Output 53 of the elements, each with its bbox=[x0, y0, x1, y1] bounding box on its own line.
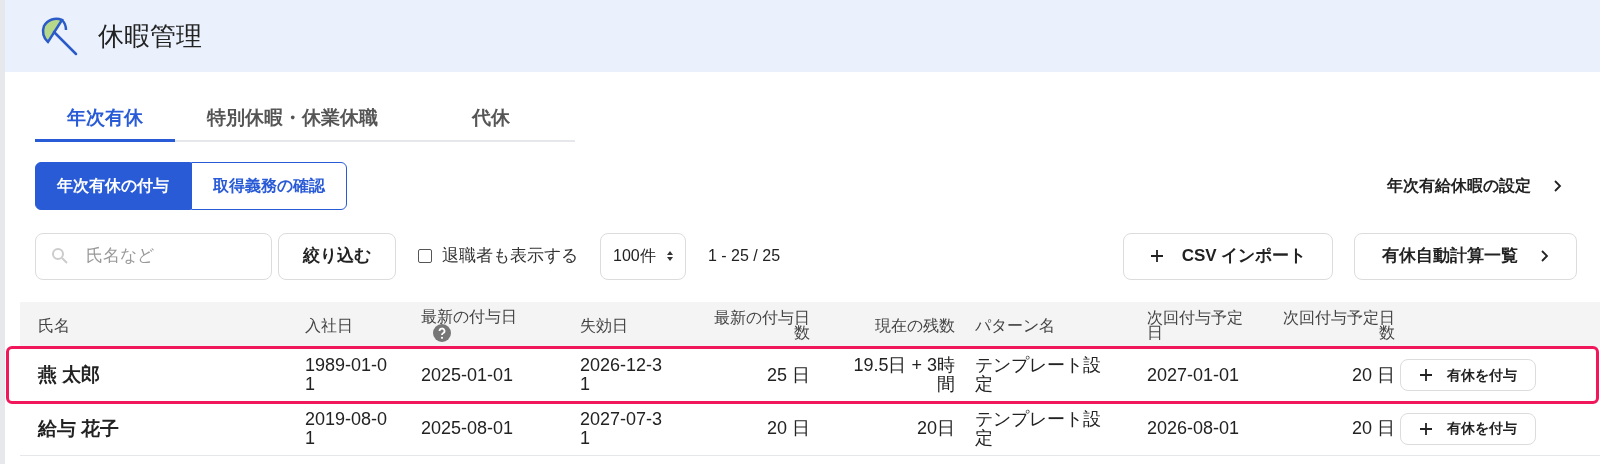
page-size-select[interactable]: 100件 bbox=[600, 232, 686, 280]
search-icon bbox=[51, 246, 69, 265]
plus-icon bbox=[1419, 421, 1433, 436]
checkbox[interactable] bbox=[418, 249, 432, 263]
sort-arrows-icon bbox=[667, 251, 673, 261]
chevron-right-icon bbox=[1540, 249, 1549, 263]
column-header: 現在の残数 bbox=[875, 316, 955, 334]
column-header: 氏名 bbox=[38, 316, 70, 334]
table-cell: 2027-01-01 bbox=[1147, 364, 1240, 385]
table-cell: テンプレート設定 bbox=[975, 408, 1101, 448]
table-cell: 1989-01-01 bbox=[305, 355, 388, 394]
column-header: パターン名 bbox=[975, 316, 1055, 334]
table-cell: 20 日 bbox=[1351, 418, 1395, 438]
auto-calc-list-button[interactable]: 有休自動計算一覧 bbox=[1354, 232, 1577, 280]
employee-name: 給与 花子 bbox=[38, 417, 120, 439]
chevron-right-icon bbox=[1553, 179, 1562, 193]
employee-name: 燕 太郎 bbox=[38, 364, 101, 385]
page-title: 休暇管理 bbox=[98, 19, 202, 53]
table-cell: 2025-01-01 bbox=[421, 364, 514, 385]
result-count: 1 - 25 / 25 bbox=[708, 246, 781, 266]
tab[interactable]: 特別休暇・休業休職 bbox=[175, 98, 410, 142]
filter-button[interactable]: 絞り込む bbox=[278, 232, 396, 280]
column-header: 次回付与予定日数 bbox=[1283, 309, 1395, 341]
grant-leave-button[interactable]: 有休を付与 bbox=[1400, 412, 1536, 445]
table-cell: 25 日 bbox=[766, 364, 810, 385]
table-cell: 20 日 bbox=[766, 418, 810, 438]
checkbox-label: 退職者も表示する bbox=[442, 245, 578, 268]
settings-link[interactable]: 年次有給休暇の設定 bbox=[1387, 174, 1562, 198]
segment-button[interactable]: 年次有休の付与 bbox=[35, 162, 191, 210]
help-icon bbox=[433, 323, 451, 342]
tab[interactable]: 年次有休 bbox=[35, 98, 175, 142]
search-field[interactable]: 氏名など bbox=[35, 232, 272, 280]
segment-button[interactable]: 取得義務の確認 bbox=[191, 162, 347, 210]
plus-icon bbox=[1419, 368, 1433, 382]
column-header: 最新の付与日数 bbox=[714, 309, 810, 341]
column-header: 最新の付与日 bbox=[421, 307, 517, 325]
column-header: 入社日 bbox=[305, 316, 353, 334]
table-cell: 2025-08-01 bbox=[421, 418, 514, 438]
table-cell: 20 日 bbox=[1351, 364, 1395, 385]
table-cell: 2027-07-31 bbox=[580, 408, 663, 448]
column-header: 失効日 bbox=[580, 316, 628, 334]
grant-leave-button[interactable]: 有休を付与 bbox=[1400, 359, 1536, 391]
table-cell: 19.5日 + 3時間 bbox=[853, 355, 955, 394]
csv-import-button[interactable]: CSV インポート bbox=[1123, 232, 1333, 280]
tab[interactable]: 代休 bbox=[440, 98, 542, 142]
table-cell: 20日 bbox=[916, 418, 955, 438]
plus-icon bbox=[1149, 249, 1164, 263]
table-cell: テンプレート設定 bbox=[975, 355, 1101, 394]
umbrella-icon bbox=[40, 16, 80, 56]
table-cell: 2026-12-31 bbox=[580, 355, 663, 394]
column-header: 次回付与予定日 bbox=[1147, 309, 1243, 341]
table-cell: 2019-08-01 bbox=[305, 408, 388, 448]
table-cell: 2026-08-01 bbox=[1147, 418, 1240, 438]
